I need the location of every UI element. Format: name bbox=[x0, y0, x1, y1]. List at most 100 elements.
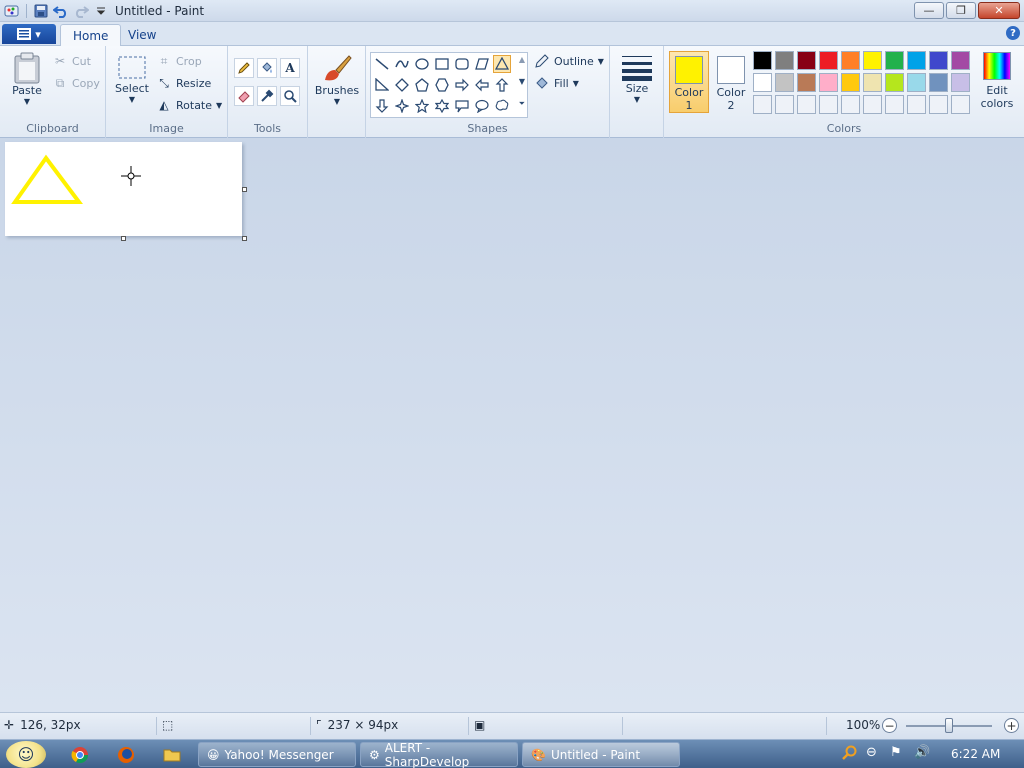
line-shape-icon[interactable] bbox=[373, 55, 391, 73]
palette-color[interactable] bbox=[775, 73, 794, 92]
shapes-scroll-down-icon[interactable]: ▼ bbox=[519, 77, 525, 86]
select-button[interactable]: Select ▼ bbox=[112, 54, 152, 104]
resize-button[interactable]: ⤡ Resize bbox=[156, 74, 211, 92]
zoom-slider-thumb[interactable] bbox=[945, 718, 953, 733]
outline-button[interactable]: Outline ▼ bbox=[534, 52, 604, 70]
rotate-button[interactable]: ◭ Rotate ▼ bbox=[156, 96, 222, 114]
hexagon-shape-icon[interactable] bbox=[433, 76, 451, 94]
fill-button[interactable]: Fill ▼ bbox=[534, 74, 579, 92]
rect-callout-shape-icon[interactable] bbox=[453, 97, 471, 115]
palette-color[interactable] bbox=[841, 73, 860, 92]
palette-color[interactable] bbox=[907, 51, 926, 70]
magnifier-icon[interactable] bbox=[280, 86, 300, 106]
polygon-shape-icon[interactable] bbox=[473, 55, 491, 73]
six-point-star-shape-icon[interactable] bbox=[433, 97, 451, 115]
tab-home[interactable]: Home bbox=[60, 24, 122, 47]
redo-icon[interactable] bbox=[73, 3, 89, 19]
palette-color[interactable] bbox=[841, 51, 860, 70]
palette-custom-slot[interactable] bbox=[951, 95, 970, 114]
palette-custom-slot[interactable] bbox=[819, 95, 838, 114]
shapes-scroll-up-icon[interactable]: ▲ bbox=[519, 55, 525, 64]
color2-button[interactable]: Color 2 bbox=[711, 51, 751, 113]
palette-custom-slot[interactable] bbox=[885, 95, 904, 114]
right-triangle-shape-icon[interactable] bbox=[373, 76, 391, 94]
pencil-icon[interactable] bbox=[234, 58, 254, 78]
palette-color[interactable] bbox=[753, 73, 772, 92]
close-button[interactable]: ✕ bbox=[978, 2, 1020, 19]
cut-button[interactable]: ✂ Cut bbox=[52, 52, 91, 70]
palette-color[interactable] bbox=[863, 73, 882, 92]
taskbar-item-yahoo-messenger[interactable]: 😀 Yahoo! Messenger bbox=[198, 742, 356, 767]
size-button[interactable]: Size ▼ bbox=[618, 54, 656, 104]
app-menu-button[interactable]: ▾ bbox=[2, 24, 56, 44]
palette-color[interactable] bbox=[929, 73, 948, 92]
four-point-star-shape-icon[interactable] bbox=[393, 97, 411, 115]
palette-custom-slot[interactable] bbox=[841, 95, 860, 114]
taskbar-item-paint[interactable]: 🎨 Untitled - Paint bbox=[522, 742, 680, 767]
taskbar-item-sharpdevelop[interactable]: ⚙ ALERT - SharpDevelop bbox=[360, 741, 518, 768]
palette-color[interactable] bbox=[797, 73, 816, 92]
curve-shape-icon[interactable] bbox=[393, 55, 411, 73]
palette-custom-slot[interactable] bbox=[929, 95, 948, 114]
customize-chevron-down-icon[interactable] bbox=[93, 3, 109, 19]
palette-custom-slot[interactable] bbox=[753, 95, 772, 114]
pentagon-shape-icon[interactable] bbox=[413, 76, 431, 94]
shapes-expand-icon[interactable]: ⏷ bbox=[519, 99, 525, 109]
palette-custom-slot[interactable] bbox=[775, 95, 794, 114]
color1-button[interactable]: Color 1 bbox=[669, 51, 709, 113]
left-arrow-shape-icon[interactable] bbox=[473, 76, 491, 94]
palette-color[interactable] bbox=[951, 73, 970, 92]
right-arrow-shape-icon[interactable] bbox=[453, 76, 471, 94]
triangle-shape-icon[interactable] bbox=[493, 55, 511, 73]
canvas-resize-handle-bottom[interactable] bbox=[121, 236, 126, 241]
zoom-in-button[interactable]: + bbox=[1004, 718, 1019, 733]
edit-colors-button[interactable]: Edit colors bbox=[976, 52, 1018, 110]
help-icon[interactable]: ? bbox=[1006, 26, 1020, 40]
palette-color[interactable] bbox=[819, 73, 838, 92]
down-arrow-shape-icon[interactable] bbox=[373, 97, 391, 115]
rounded-rectangle-shape-icon[interactable] bbox=[453, 55, 471, 73]
minimize-button[interactable]: — bbox=[914, 2, 944, 19]
paste-button[interactable]: Paste ▼ bbox=[8, 52, 46, 106]
oval-callout-shape-icon[interactable] bbox=[473, 97, 491, 115]
network-status-icon[interactable]: ⊖ bbox=[866, 745, 877, 760]
palette-color[interactable] bbox=[819, 51, 838, 70]
start-button[interactable]: ☺ bbox=[6, 741, 46, 768]
palette-color[interactable] bbox=[753, 51, 772, 70]
palette-color[interactable] bbox=[885, 51, 904, 70]
drawing-canvas[interactable] bbox=[5, 142, 242, 236]
oval-shape-icon[interactable] bbox=[413, 55, 431, 73]
eraser-icon[interactable] bbox=[234, 86, 254, 106]
palette-color[interactable] bbox=[951, 51, 970, 70]
five-point-star-shape-icon[interactable] bbox=[413, 97, 431, 115]
palette-color[interactable] bbox=[863, 51, 882, 70]
up-arrow-shape-icon[interactable] bbox=[493, 76, 511, 94]
palette-custom-slot[interactable] bbox=[907, 95, 926, 114]
color-picker-icon[interactable] bbox=[257, 86, 277, 106]
text-tool-icon[interactable]: A bbox=[280, 58, 300, 78]
palette-custom-slot[interactable] bbox=[797, 95, 816, 114]
palette-color[interactable] bbox=[885, 73, 904, 92]
clock[interactable]: 6:22 AM bbox=[951, 747, 1000, 761]
canvas-resize-handle-corner[interactable] bbox=[242, 236, 247, 241]
diamond-shape-icon[interactable] bbox=[393, 76, 411, 94]
save-icon[interactable] bbox=[33, 3, 49, 19]
palette-color[interactable] bbox=[929, 51, 948, 70]
paint-icon[interactable] bbox=[4, 3, 20, 19]
firefox-icon[interactable] bbox=[110, 743, 142, 766]
palette-custom-slot[interactable] bbox=[863, 95, 882, 114]
palette-color[interactable] bbox=[775, 51, 794, 70]
brushes-button[interactable]: Brushes ▼ bbox=[314, 52, 360, 106]
chrome-icon[interactable] bbox=[64, 743, 96, 766]
crop-button[interactable]: ⌗ Crop bbox=[156, 52, 202, 70]
cloud-callout-shape-icon[interactable] bbox=[493, 97, 511, 115]
palette-color[interactable] bbox=[797, 51, 816, 70]
folder-icon[interactable] bbox=[156, 743, 188, 766]
rectangle-shape-icon[interactable] bbox=[433, 55, 451, 73]
undo-icon[interactable] bbox=[53, 3, 69, 19]
search-icon[interactable] bbox=[842, 745, 858, 765]
volume-icon[interactable]: 🔊 bbox=[914, 745, 930, 760]
zoom-out-button[interactable]: − bbox=[882, 718, 897, 733]
palette-color[interactable] bbox=[907, 73, 926, 92]
fill-bucket-icon[interactable] bbox=[257, 58, 277, 78]
